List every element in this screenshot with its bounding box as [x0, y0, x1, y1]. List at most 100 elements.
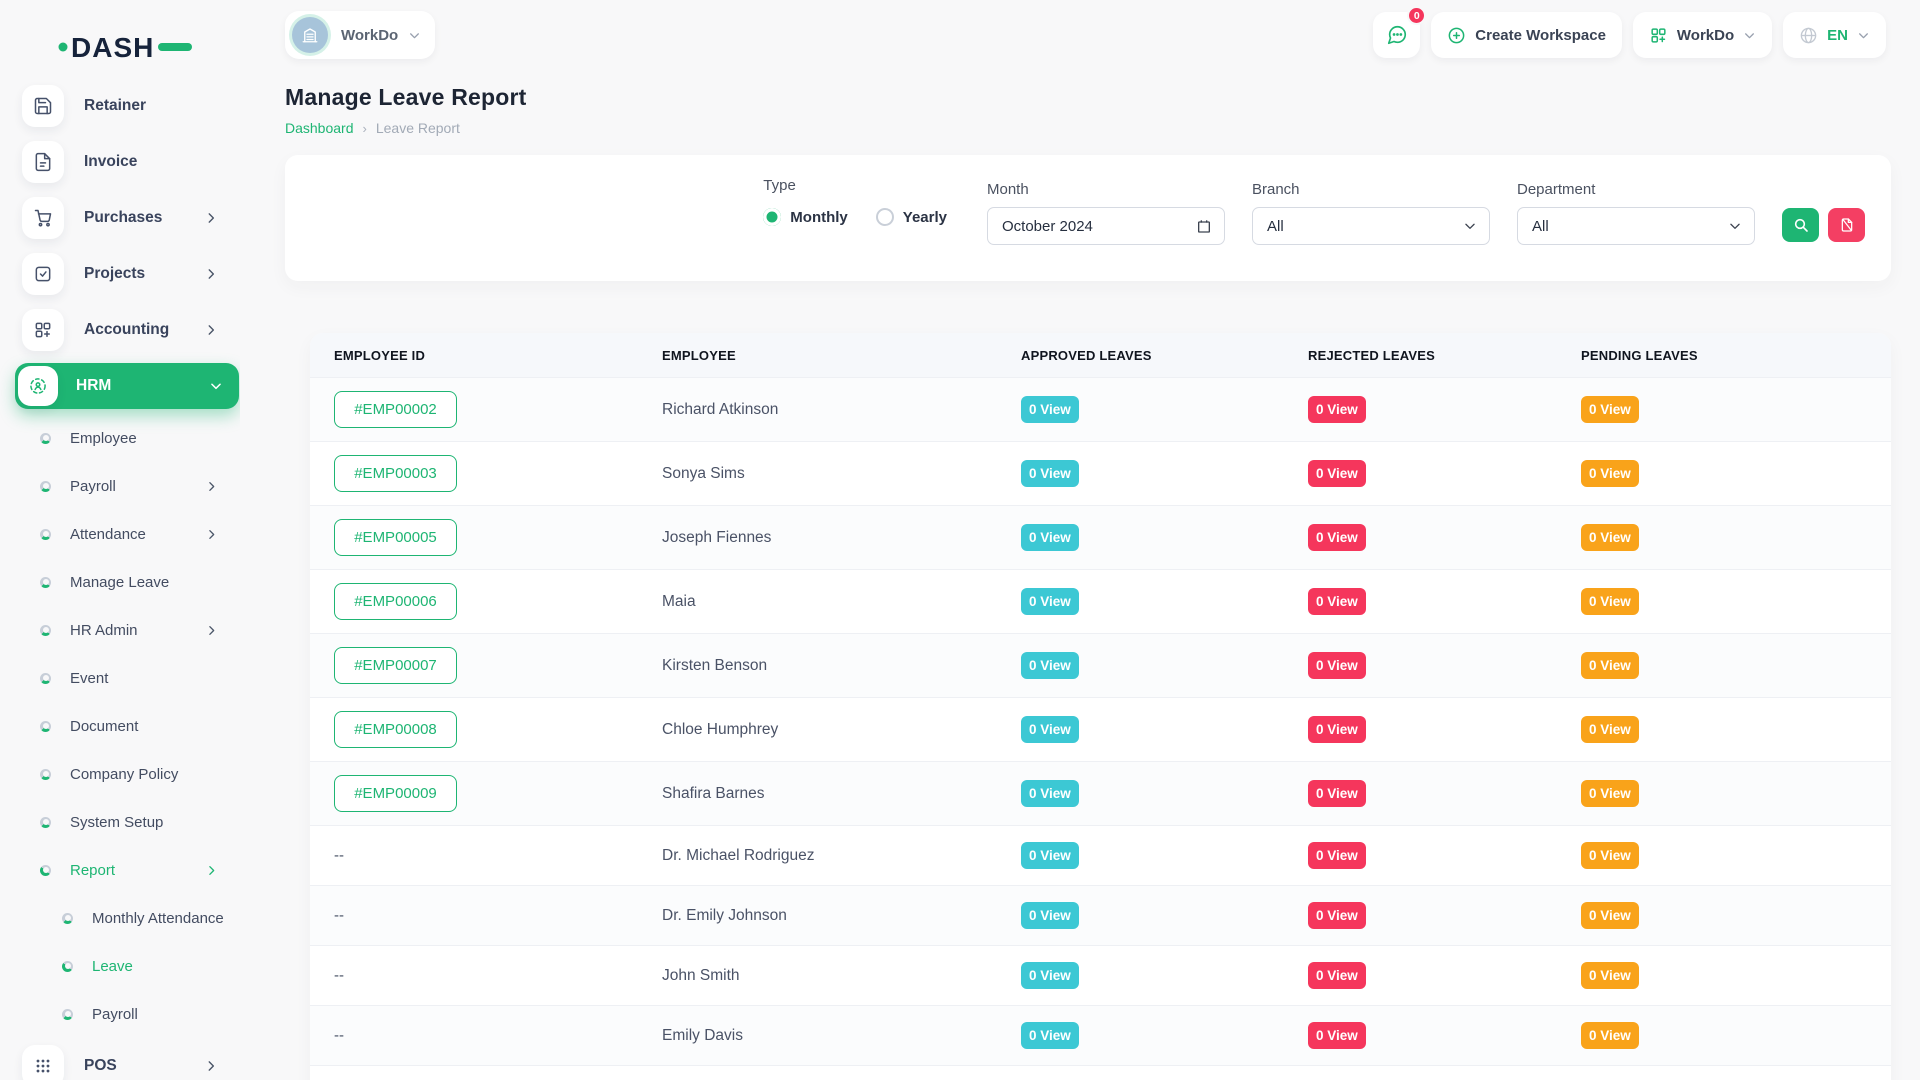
sidebar-item-monthly-attendance[interactable]: Monthly Attendance — [0, 894, 240, 942]
sidebar-item-payroll[interactable]: Payroll — [0, 462, 240, 510]
pending-leaves-view-button[interactable]: 0 View — [1581, 1022, 1639, 1049]
sidebar-item-retainer[interactable]: Retainer — [0, 78, 240, 134]
retainer-icon — [22, 85, 64, 127]
sidebar-item-invoice[interactable]: Invoice — [0, 134, 240, 190]
sidebar-item-attendance[interactable]: Attendance — [0, 510, 240, 558]
sidebar-item-projects[interactable]: Projects — [0, 246, 240, 302]
department-select[interactable]: All — [1517, 207, 1755, 245]
sidebar-item-label: Document — [70, 718, 240, 735]
reset-filter-button[interactable] — [1828, 208, 1865, 242]
app-logo[interactable]: DASH — [0, 22, 240, 70]
approved-leaves-view-button[interactable]: 0 View — [1021, 396, 1079, 423]
sidebar-item-label: HRM — [76, 377, 209, 395]
radio-unchecked-icon[interactable] — [876, 208, 894, 226]
sidebar-item-pos[interactable]: POS — [0, 1038, 240, 1080]
approved-leaves-view-button[interactable]: 0 View — [1021, 524, 1079, 551]
topbar-actions: 0 Create Workspace WorkDo EN — [1373, 12, 1886, 58]
sidebar-item-company-policy[interactable]: Company Policy — [0, 750, 240, 798]
workspace-selector[interactable]: WorkDo — [285, 11, 435, 59]
rejected-leaves-view-button[interactable]: 0 View — [1308, 716, 1366, 743]
approved-leaves-view-button[interactable]: 0 View — [1021, 842, 1079, 869]
employee-id-badge[interactable]: #EMP00002 — [334, 391, 457, 428]
app-switcher-button[interactable]: WorkDo — [1633, 12, 1772, 58]
employee-id-badge[interactable]: #EMP00008 — [334, 711, 457, 748]
approved-leaves-view-button[interactable]: 0 View — [1021, 1022, 1079, 1049]
language-label: EN — [1827, 27, 1848, 44]
branch-select[interactable]: All — [1252, 207, 1490, 245]
calendar-icon[interactable] — [1196, 218, 1212, 234]
rejected-leaves-view-button[interactable]: 0 View — [1308, 842, 1366, 869]
table-row: -- John Smith 0 View 0 View 0 View — [310, 946, 1891, 1006]
employee-id-badge[interactable]: #EMP00009 — [334, 775, 457, 812]
approved-leaves-view-button[interactable]: 0 View — [1021, 780, 1079, 807]
sidebar-item-accounting[interactable]: Accounting — [0, 302, 240, 358]
pending-leaves-view-button[interactable]: 0 View — [1581, 652, 1639, 679]
rejected-leaves-view-button[interactable]: 0 View — [1308, 902, 1366, 929]
approved-leaves-view-button[interactable]: 0 View — [1021, 588, 1079, 615]
search-button[interactable] — [1782, 208, 1819, 242]
breadcrumb-dashboard-link[interactable]: Dashboard — [285, 120, 354, 136]
rejected-leaves-view-button[interactable]: 0 View — [1308, 652, 1366, 679]
language-selector[interactable]: EN — [1783, 12, 1886, 58]
messages-button[interactable]: 0 — [1373, 12, 1420, 58]
approved-leaves-view-button[interactable]: 0 View — [1021, 962, 1079, 989]
pending-leaves-view-button[interactable]: 0 View — [1581, 780, 1639, 807]
sidebar-item-label: Retainer — [84, 97, 224, 115]
sidebar-item-manage-leave[interactable]: Manage Leave — [0, 558, 240, 606]
sidebar-item-leave[interactable]: Leave — [0, 942, 240, 990]
sidebar-item-document[interactable]: Document — [0, 702, 240, 750]
approved-leaves-view-button[interactable]: 0 View — [1021, 460, 1079, 487]
sidebar-item-label: HR Admin — [70, 622, 205, 639]
branch-filter-group: Branch All — [1252, 181, 1490, 245]
employee-id-badge[interactable]: #EMP00006 — [334, 583, 457, 620]
sidebar-item-purchases[interactable]: Purchases — [0, 190, 240, 246]
sidebar-item-report[interactable]: Report — [0, 846, 240, 894]
pending-leaves-view-button[interactable]: 0 View — [1581, 588, 1639, 615]
sidebar-item-employee[interactable]: Employee — [0, 414, 240, 462]
bullet-icon — [40, 625, 51, 636]
file-slash-icon — [1839, 217, 1855, 233]
create-workspace-button[interactable]: Create Workspace — [1431, 12, 1622, 58]
employee-id-badge[interactable]: #EMP00007 — [334, 647, 457, 684]
approved-leaves-view-button[interactable]: 0 View — [1021, 716, 1079, 743]
employee-id-badge[interactable]: #EMP00003 — [334, 455, 457, 492]
rejected-leaves-view-button[interactable]: 0 View — [1308, 396, 1366, 423]
table-row: #EMP00003 Sonya Sims 0 View 0 View 0 Vie… — [310, 442, 1891, 506]
sidebar-item-event[interactable]: Event — [0, 654, 240, 702]
rejected-leaves-view-button[interactable]: 0 View — [1308, 962, 1366, 989]
type-monthly-option[interactable]: Monthly — [763, 208, 848, 226]
approved-leaves-view-button[interactable]: 0 View — [1021, 652, 1079, 679]
rejected-leaves-view-button[interactable]: 0 View — [1308, 524, 1366, 551]
rejected-leaves-view-button[interactable]: 0 View — [1308, 780, 1366, 807]
workspace-building-icon — [292, 17, 328, 53]
sidebar-item-report-payroll[interactable]: Payroll — [0, 990, 240, 1038]
leave-report-table-card: EMPLOYEE ID EMPLOYEE APPROVED LEAVES REJ… — [310, 333, 1891, 1080]
pending-leaves-view-button[interactable]: 0 View — [1581, 460, 1639, 487]
rejected-leaves-view-button[interactable]: 0 View — [1308, 1022, 1366, 1049]
bullet-icon — [40, 817, 51, 828]
bullet-icon — [40, 721, 51, 732]
breadcrumb-current: Leave Report — [376, 120, 460, 136]
bullet-icon — [40, 529, 51, 540]
approved-leaves-view-button[interactable]: 0 View — [1021, 902, 1079, 929]
bullet-icon — [40, 433, 51, 444]
rejected-leaves-view-button[interactable]: 0 View — [1308, 588, 1366, 615]
month-input[interactable]: October 2024 — [987, 207, 1225, 245]
pending-leaves-view-button[interactable]: 0 View — [1581, 962, 1639, 989]
chevron-right-icon — [204, 267, 218, 281]
sidebar-item-hrm[interactable]: HRM — [15, 363, 239, 409]
type-yearly-option[interactable]: Yearly — [876, 208, 947, 226]
rejected-leaves-view-button[interactable]: 0 View — [1308, 460, 1366, 487]
pending-leaves-view-button[interactable]: 0 View — [1581, 842, 1639, 869]
main-area: WorkDo 0 Create Workspace WorkDo — [240, 0, 1920, 1080]
pending-leaves-view-button[interactable]: 0 View — [1581, 396, 1639, 423]
employee-id-badge: -- — [334, 967, 344, 984]
radio-checked-icon[interactable] — [763, 208, 781, 226]
pending-leaves-view-button[interactable]: 0 View — [1581, 524, 1639, 551]
sidebar-item-hr-admin[interactable]: HR Admin — [0, 606, 240, 654]
hrm-icon — [18, 366, 58, 406]
employee-id-badge[interactable]: #EMP00005 — [334, 519, 457, 556]
sidebar-item-system-setup[interactable]: System Setup — [0, 798, 240, 846]
pending-leaves-view-button[interactable]: 0 View — [1581, 902, 1639, 929]
pending-leaves-view-button[interactable]: 0 View — [1581, 716, 1639, 743]
